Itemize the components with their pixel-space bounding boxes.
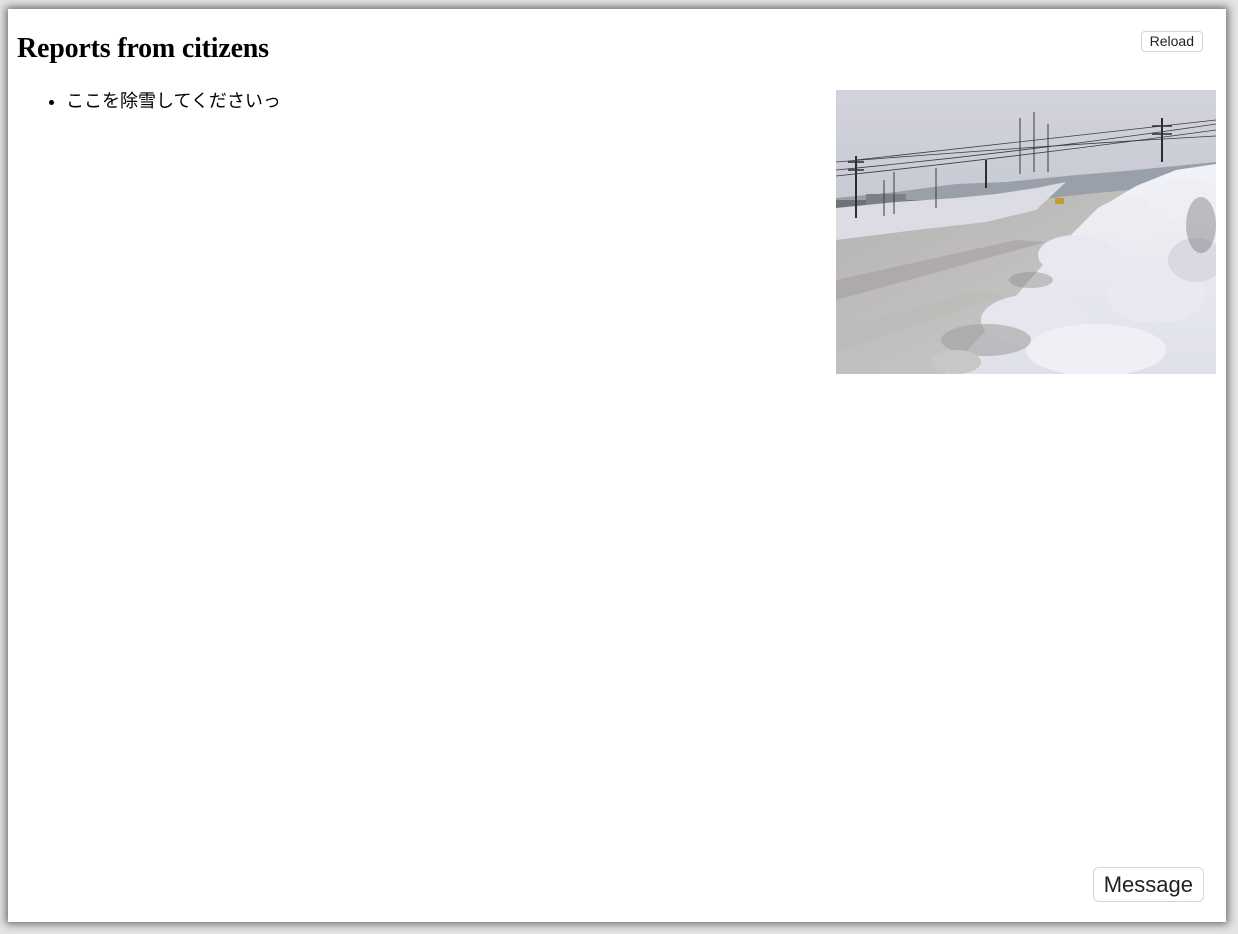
app-window: Reports from citizens Reload ここを除雪してください… (8, 9, 1226, 922)
list-item: ここを除雪してくださいっ (66, 89, 281, 115)
page-title: Reports from citizens (17, 33, 269, 64)
snowy-road-photo (836, 90, 1216, 374)
report-list: ここを除雪してくださいっ (8, 89, 281, 115)
reload-button[interactable]: Reload (1140, 31, 1203, 52)
message-button[interactable]: Message (1092, 867, 1204, 902)
